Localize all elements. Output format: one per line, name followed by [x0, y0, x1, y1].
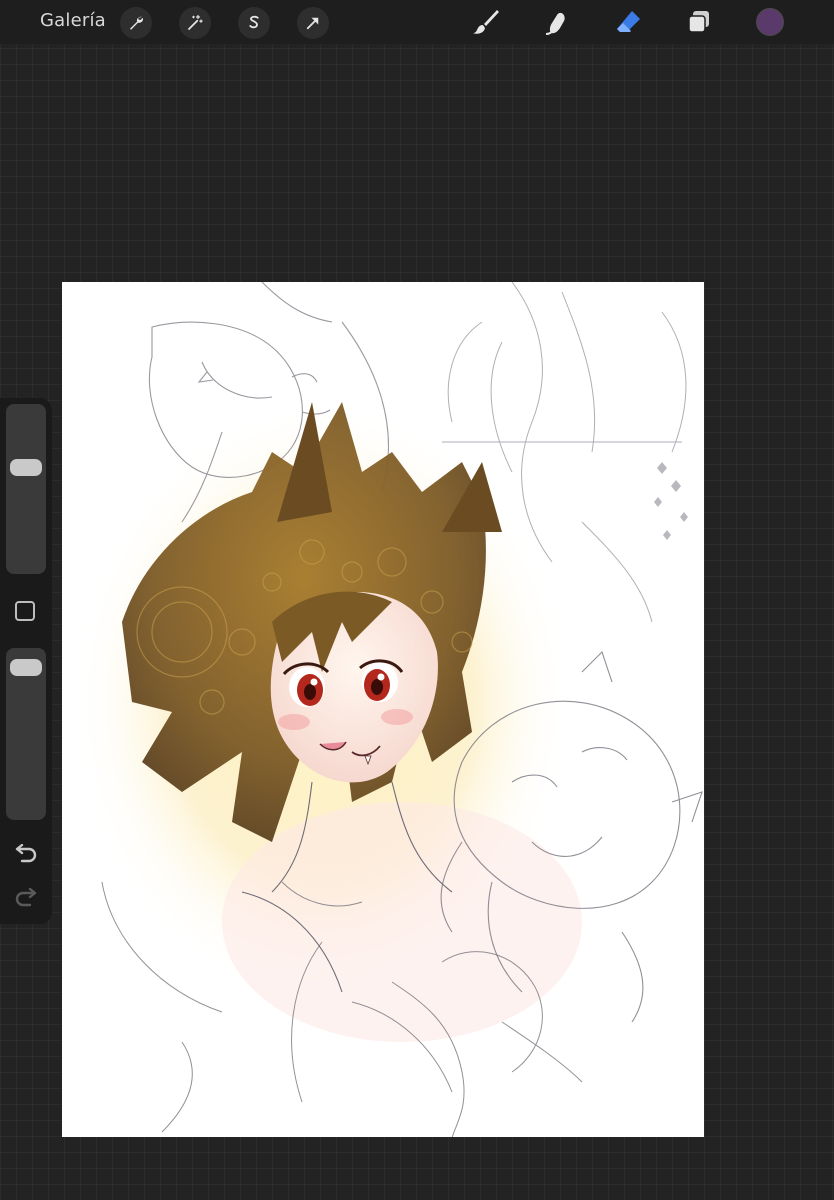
opacity-thumb[interactable] [10, 659, 42, 677]
redo-icon[interactable] [13, 887, 39, 910]
left-sidebar [0, 398, 52, 924]
wrench-icon[interactable] [120, 7, 152, 39]
undo-icon[interactable] [13, 843, 39, 866]
selection-s-icon[interactable] [238, 7, 270, 39]
smudge-icon[interactable] [539, 4, 575, 40]
color-picker-swatch[interactable] [756, 8, 784, 36]
eraser-icon[interactable] [610, 4, 646, 40]
brush-size-slider[interactable] [6, 404, 46, 574]
magic-wand-icon[interactable] [179, 7, 211, 39]
artwork [72, 282, 703, 1137]
layers-icon[interactable] [681, 4, 717, 40]
brush-icon[interactable] [468, 4, 504, 40]
drawing-canvas[interactable] [62, 282, 704, 1137]
brush-size-thumb[interactable] [10, 458, 42, 476]
modify-square-icon[interactable] [15, 601, 35, 621]
opacity-slider[interactable] [6, 648, 46, 820]
gallery-button[interactable]: Galería [40, 10, 106, 31]
arrow-cursor-icon[interactable] [297, 7, 329, 39]
top-toolbar: Galería [0, 0, 834, 44]
